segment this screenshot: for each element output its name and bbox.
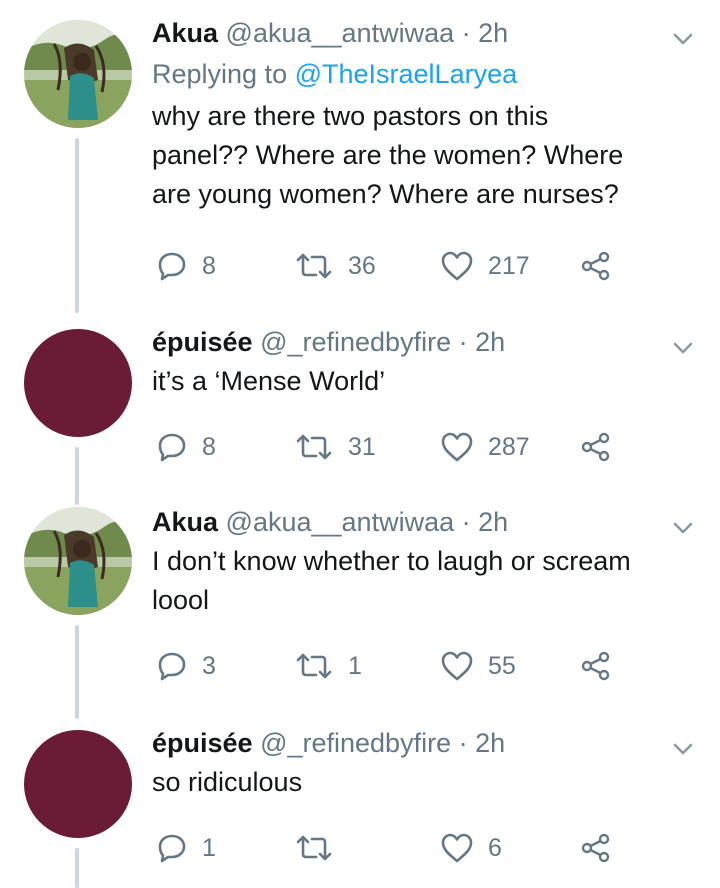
user-handle[interactable]: @akua__antwiwaa <box>226 507 455 537</box>
avatar-photo <box>24 20 132 128</box>
reply-count: 1 <box>202 833 216 862</box>
timestamp[interactable]: 2h <box>475 728 505 758</box>
tweet-text: it’s a ‘Mense World’ <box>152 362 690 401</box>
tweet-actions: 8 36 217 <box>152 246 692 286</box>
reply-icon <box>158 834 186 863</box>
share-icon <box>581 651 610 681</box>
tweet-text: I don’t know whether to laugh or scream … <box>152 542 690 620</box>
tweet-actions: 8 31 287 <box>152 427 692 467</box>
reply-icon <box>158 433 186 462</box>
reply-button[interactable]: 3 <box>156 646 216 686</box>
like-count: 217 <box>488 251 530 280</box>
display-name[interactable]: épuisée <box>152 327 253 357</box>
retweet-count: 31 <box>348 432 376 461</box>
like-button[interactable]: 6 <box>440 828 502 868</box>
user-handle[interactable]: @_refinedbyfire <box>260 327 451 357</box>
retweet-icon <box>296 434 332 460</box>
like-count: 287 <box>488 432 530 461</box>
separator-dot: · <box>454 18 479 48</box>
heart-icon <box>441 432 473 462</box>
avatar[interactable] <box>24 507 132 615</box>
timestamp[interactable]: 2h <box>478 507 508 537</box>
like-button[interactable]: 55 <box>440 646 516 686</box>
share-button[interactable] <box>580 427 612 467</box>
tweet-actions: 3 1 55 <box>152 646 692 686</box>
retweet-button[interactable] <box>294 828 348 868</box>
retweet-count: 36 <box>348 251 376 280</box>
display-name[interactable]: Akua <box>152 507 218 537</box>
heart-icon <box>441 651 473 681</box>
tweet[interactable]: Akua @akua__antwiwaa · 2h I don’t know w… <box>0 495 720 719</box>
heart-icon <box>441 833 473 863</box>
display-name[interactable]: épuisée <box>152 728 253 758</box>
share-button[interactable] <box>580 246 612 286</box>
avatar[interactable] <box>24 329 132 437</box>
reply-count: 8 <box>202 432 216 461</box>
tweet-text: why are there two pastors on this panel?… <box>152 97 690 214</box>
tweet[interactable]: épuisée @_refinedbyfire · 2h it’s a ‘Men… <box>0 305 720 505</box>
tweet-header: Akua @akua__antwiwaa · 2h <box>152 16 690 50</box>
reply-icon <box>158 652 186 681</box>
tweet-header: épuisée @_refinedbyfire · 2h <box>152 726 690 760</box>
timestamp[interactable]: 2h <box>475 327 505 357</box>
thread-line <box>75 625 79 719</box>
retweet-button[interactable]: 1 <box>294 646 362 686</box>
avatar[interactable] <box>24 20 132 128</box>
tweet-text-line: why are there two pastors on this <box>152 101 549 131</box>
reply-count: 8 <box>202 251 216 280</box>
timestamp[interactable]: 2h <box>478 18 508 48</box>
retweet-button[interactable]: 36 <box>294 246 376 286</box>
tweet-text-line: are young women? Where are nurses? <box>152 179 619 209</box>
separator-dot: · <box>451 327 476 357</box>
like-button[interactable]: 287 <box>440 427 530 467</box>
tweet-header: épuisée @_refinedbyfire · 2h <box>152 325 690 359</box>
replying-to: Replying to @TheIsraelLaryea <box>152 57 690 91</box>
retweet-icon <box>296 835 332 861</box>
tweet-header: Akua @akua__antwiwaa · 2h <box>152 505 690 539</box>
thread-line <box>75 848 79 888</box>
user-handle[interactable]: @akua__antwiwaa <box>226 18 455 48</box>
reply-icon <box>158 252 186 281</box>
reply-button[interactable]: 8 <box>156 246 216 286</box>
retweet-icon <box>296 653 332 679</box>
reply-button[interactable]: 1 <box>156 828 216 868</box>
tweet-text-line: it’s a ‘Mense World’ <box>152 366 386 396</box>
tweet-text-line: so ridiculous <box>152 767 303 797</box>
tweet-text: so ridiculous <box>152 763 690 802</box>
retweet-count: 1 <box>348 651 362 680</box>
display-name[interactable]: Akua <box>152 18 218 48</box>
avatar[interactable] <box>24 730 132 838</box>
tweet[interactable]: Akua @akua__antwiwaa · 2h Replying to @T… <box>0 0 720 313</box>
tweet-actions: 1 6 <box>152 828 692 868</box>
reply-count: 3 <box>202 651 216 680</box>
like-count: 6 <box>488 833 502 862</box>
share-icon <box>581 251 610 281</box>
tweet-text-line: panel?? Where are the women? Where <box>152 140 624 170</box>
share-icon <box>581 833 610 863</box>
like-button[interactable]: 217 <box>440 246 530 286</box>
reply-button[interactable]: 8 <box>156 427 216 467</box>
separator-dot: · <box>454 507 479 537</box>
replying-to-label: Replying to <box>152 59 295 89</box>
share-icon <box>581 432 610 462</box>
tweet-text-line: I don’t know whether to laugh or scream <box>152 546 631 576</box>
share-button[interactable] <box>580 646 612 686</box>
chevron-down-icon[interactable] <box>672 738 694 760</box>
tweet-text-line: loool <box>152 585 210 615</box>
mention-link[interactable]: @TheIsraelLaryea <box>295 59 518 89</box>
heart-icon <box>441 251 473 281</box>
share-button[interactable] <box>580 828 612 868</box>
separator-dot: · <box>451 728 476 758</box>
chevron-down-icon[interactable] <box>672 28 694 50</box>
like-count: 55 <box>488 651 516 680</box>
tweet[interactable]: épuisée @_refinedbyfire · 2h so ridiculo… <box>0 710 720 888</box>
avatar-photo <box>24 507 132 615</box>
thread-line <box>75 138 79 313</box>
chevron-down-icon[interactable] <box>672 517 694 539</box>
user-handle[interactable]: @_refinedbyfire <box>260 728 451 758</box>
retweet-button[interactable]: 31 <box>294 427 376 467</box>
retweet-icon <box>296 253 332 279</box>
chevron-down-icon[interactable] <box>672 337 694 359</box>
